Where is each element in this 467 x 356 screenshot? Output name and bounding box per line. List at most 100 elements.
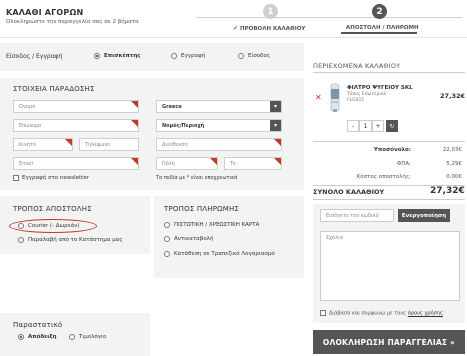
- delivery-section: [0, 78, 304, 190]
- checkbox-icon: [13, 175, 19, 181]
- payment-option-card[interactable]: ΠΙΣΤΩΤΙΚΗ / ΧΡΕΩΣΤΙΚΗ ΚΑΡΤΑ: [164, 222, 259, 228]
- checkbox-icon: [320, 310, 326, 316]
- product-name[interactable]: ΦΙΛΤΡΟ ΨΥΓΕΙΟΥ SKL: [347, 85, 413, 91]
- required-marker: [210, 158, 217, 165]
- country-select[interactable]: Greece ▾: [156, 100, 282, 113]
- step-1-circle[interactable]: 1: [263, 4, 278, 19]
- payment-option-cod-label: Αντικαταβολή: [174, 236, 214, 242]
- vat-label: ΦΠΑ:: [396, 161, 411, 167]
- step-2-label: ΑΠΟΣΤΟΛΗ / ΠΛΗΡΩΜΗ: [346, 25, 419, 31]
- product-type: Τύπος Εσωτερικό: [347, 92, 387, 97]
- shipping-cost-value: 0,00€: [446, 174, 462, 180]
- radio-icon: [18, 237, 24, 243]
- qty-input[interactable]: 1: [359, 120, 372, 132]
- receipt-option-invoice-label: Τιμολόγιο: [79, 334, 107, 340]
- surname-placeholder: Επώνυμο: [19, 123, 42, 129]
- phone-placeholder: Τηλέφωνο: [85, 142, 111, 148]
- shipping-option-courier-label: Courier (- Δωρεάν): [28, 223, 80, 229]
- newsletter-label: Εγγραφή στο newsletter: [22, 175, 89, 181]
- product-price: 27,32€: [440, 92, 466, 100]
- radio-icon: [94, 53, 100, 59]
- header-divider: [0, 37, 467, 38]
- required-marker: [131, 101, 138, 108]
- steps-line: [196, 17, 462, 18]
- shipping-option-pickup[interactable]: Παραλαβή από το Κατάστημα μας: [18, 237, 123, 243]
- radio-icon: [171, 53, 177, 59]
- login-option-guest-label: Επισκέπτης: [104, 53, 141, 59]
- required-note: Τα πεδία με * είναι υποχρεωτικά: [156, 175, 238, 181]
- shipping-option-pickup-label: Παραλαβή από το Κατάστημα μας: [28, 237, 123, 243]
- phone-field[interactable]: Τηλέφωνο: [79, 138, 139, 151]
- name-placeholder: Όνομα: [19, 104, 36, 110]
- payment-option-card-label: ΠΙΣΤΩΤΙΚΗ / ΧΡΕΩΣΤΙΚΗ ΚΑΡΤΑ: [174, 222, 260, 228]
- address-field[interactable]: Διεύθυνση: [156, 138, 282, 151]
- radio-icon: [18, 223, 24, 229]
- email-placeholder: Email: [19, 161, 33, 167]
- prefecture-select[interactable]: Νομός/Περιοχή ▾: [156, 119, 282, 132]
- city-field[interactable]: Πόλη: [156, 157, 218, 170]
- check-icon: ✔: [233, 25, 239, 32]
- prefecture-value: Νομός/Περιοχή: [162, 123, 205, 129]
- shipping-title: ΤΡΟΠΟΣ ΑΠΟΣΤΟΛΗΣ: [13, 205, 92, 213]
- delivery-title: ΣΤΟΙΧΕΙΑ ΠΑΡΑΔΟΣΗΣ: [13, 85, 95, 93]
- login-option-register-label: Εγγραφή: [181, 53, 206, 59]
- required-marker: [65, 139, 72, 146]
- required-marker: [131, 120, 138, 127]
- required-marker: [274, 139, 281, 146]
- shipping-cost-label: Κόστος αποστολής:: [356, 174, 411, 180]
- submit-order-button[interactable]: ΟΛΟΚΛΗΡΩΣΗ ΠΑΡΑΓΓΕΛΙΑΣ »: [313, 330, 465, 354]
- zip-placeholder: Τκ: [230, 161, 237, 167]
- step-2-circle: 2: [372, 4, 387, 19]
- product-image: [330, 83, 340, 112]
- terms-checkbox[interactable]: Διάβασα και συμφωνώ με τους όρους χρήσης: [320, 310, 443, 317]
- payment-title: ΤΡΟΠΟΣ ΠΛΗΡΩΜΗΣ: [164, 205, 240, 213]
- address-placeholder: Διεύθυνση: [162, 142, 188, 148]
- city-placeholder: Πόλη: [162, 161, 175, 167]
- surname-field[interactable]: Επώνυμο: [13, 119, 139, 132]
- shipping-option-courier[interactable]: Courier (- Δωρεάν): [18, 223, 79, 229]
- payment-option-bank-label: Κατάθεση σε Τραπεζικό Λογαριασμό: [174, 251, 275, 257]
- cart-title-divider: [313, 72, 465, 73]
- login-option-register[interactable]: Εγγραφή: [171, 53, 205, 59]
- page-subtitle: Ολοκληρώστε την παραγγελία σας σε 2 βήμα…: [6, 19, 139, 25]
- required-marker: [131, 158, 138, 165]
- terms-label: Διάβασα και συμφωνώ με τους: [329, 310, 408, 317]
- subtotal-value: 22,03€: [442, 147, 462, 153]
- payment-option-cod[interactable]: Αντικαταβολή: [164, 236, 213, 242]
- zip-field[interactable]: Τκ: [224, 157, 282, 170]
- receipt-title: Παραστατικό: [13, 321, 63, 329]
- mobile-field[interactable]: Κινητό: [13, 138, 73, 151]
- login-option-guest[interactable]: Επισκέπτης: [94, 53, 141, 59]
- subtotal-label: Υποσύνολο:: [373, 147, 411, 153]
- comments-textarea[interactable]: Σχόλια: [320, 231, 460, 301]
- receipt-option-invoice[interactable]: Τιμολόγιο: [69, 334, 106, 340]
- cart-total-value: 27,32€: [430, 186, 465, 196]
- step-1-label[interactable]: ✔ ΠΡΟΒΟΛΗ ΚΑΛΑΘΙΟΥ: [233, 25, 305, 32]
- newsletter-checkbox[interactable]: Εγγραφή στο newsletter: [13, 175, 89, 181]
- quantity-stepper: - 1 + ↻: [347, 120, 398, 132]
- name-field[interactable]: Όνομα: [13, 100, 139, 113]
- payment-option-bank[interactable]: Κατάθεση σε Τραπεζικό Λογαριασμό: [164, 251, 275, 257]
- vat-value: 5,29€: [446, 161, 462, 167]
- qty-plus-button[interactable]: +: [372, 120, 384, 132]
- product-code: FLG015: [347, 98, 365, 103]
- chevron-down-icon: ▾: [270, 101, 281, 112]
- receipt-option-receipt[interactable]: Απόδειξη: [18, 334, 57, 340]
- login-option-signin-label: Είσοδος: [248, 53, 271, 59]
- cart-total-label: ΣΥΝΟΛΟ ΚΑΛΑΘΙΟΥ: [313, 188, 385, 196]
- chevron-down-icon: ▾: [270, 120, 281, 131]
- terms-link[interactable]: όρους χρήσης: [408, 311, 443, 317]
- remove-item-icon[interactable]: ✕: [315, 93, 322, 102]
- login-option-signin[interactable]: Είσοδος: [238, 53, 270, 59]
- radio-icon: [18, 334, 24, 340]
- receipt-option-receipt-label: Απόδειξη: [28, 334, 57, 340]
- coupon-apply-button[interactable]: Ενεργοποίηση: [398, 209, 450, 222]
- qty-minus-button[interactable]: -: [347, 120, 359, 132]
- summary-divider: [313, 141, 465, 142]
- email-field[interactable]: Email: [13, 157, 139, 170]
- refresh-icon[interactable]: ↻: [386, 120, 398, 132]
- coupon-input[interactable]: Εισάγετε τον κωδικό: [320, 209, 394, 222]
- country-value: Greece: [162, 104, 182, 110]
- page-title: ΚΑΛΑΘΙ ΑΓΟΡΩΝ: [6, 8, 84, 17]
- active-step-underline: [341, 32, 417, 34]
